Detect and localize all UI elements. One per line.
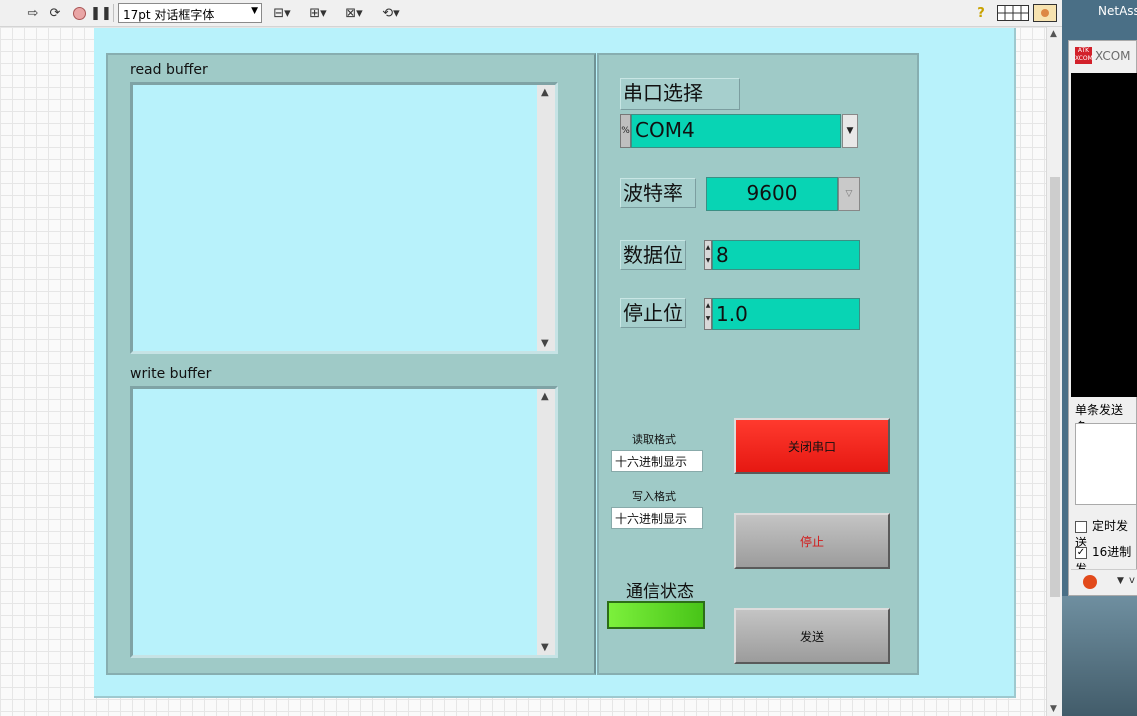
scrollbar-thumb[interactable] [1050, 177, 1060, 597]
baud-rate-field[interactable]: 9600 [706, 177, 838, 211]
chevron-down-icon[interactable]: ▼ [842, 114, 858, 148]
read-format-indicator: 十六进制显示 [611, 450, 703, 472]
netassist-title: NetAss [1098, 4, 1137, 18]
stop-bits-stepper[interactable]: ▲ ▼ [704, 298, 712, 330]
scroll-down-icon[interactable]: ▼ [541, 338, 549, 349]
font-select[interactable]: 17pt 对话框字体 ▼ [118, 3, 262, 23]
connector-pane-icon[interactable] [1032, 4, 1058, 22]
scroll-down-icon[interactable]: ▼ [541, 642, 549, 653]
toolbar: ⇨ ⟳ ❚❚ 17pt 对话框字体 ▼ ⊟▾ ⊞▾ ⊠▾ ⟲▾ ? [0, 0, 1062, 27]
xcom-window[interactable]: ATK XCOM XCOM 单条发送 多 定时发送 ✓16进制发 ▼ v [1068, 40, 1137, 596]
grid-icon[interactable] [996, 4, 1030, 22]
send-button[interactable]: 发送 [734, 608, 890, 664]
chevron-down-icon: ▼ [251, 6, 258, 16]
xcom-bottom-bar: ▼ v [1071, 569, 1137, 595]
help-icon[interactable]: ? [972, 4, 990, 22]
checkbox-square [1075, 520, 1087, 533]
abort-icon[interactable] [70, 4, 88, 22]
toolbar-separator [113, 4, 114, 22]
read-format-label: 读取格式 [632, 433, 676, 446]
comm-status-label: 通信状态 [626, 582, 694, 602]
tab-single-send-label: 单条发送 [1075, 403, 1124, 417]
data-bits-field[interactable]: 8 [712, 240, 860, 270]
xcom-title: XCOM [1095, 49, 1131, 63]
vertical-scrollbar[interactable]: ▲ ▼ [1046, 27, 1062, 716]
xcom-send-input[interactable] [1075, 423, 1137, 505]
write-buffer-scrollbar[interactable]: ▲ ▼ [537, 389, 555, 655]
distribute-icon[interactable]: ⊞▾ [306, 4, 330, 22]
read-buffer-label: read buffer [130, 62, 208, 78]
write-format-indicator: 十六进制显示 [611, 507, 703, 529]
scroll-down-icon[interactable]: ▼ [1050, 704, 1057, 714]
write-format-label: 写入格式 [632, 490, 676, 503]
baud-rate-label: 波特率 [620, 178, 696, 208]
checkbox-checked: ✓ [1075, 546, 1087, 559]
run-continuous-icon[interactable]: ⟳ [46, 4, 64, 22]
write-buffer-textarea[interactable]: ▲ ▼ [130, 386, 558, 658]
stop-button[interactable]: 停止 [734, 513, 890, 569]
port-prefix: % [620, 114, 631, 148]
power-icon[interactable] [1083, 575, 1097, 589]
port-select-field[interactable]: COM4 [631, 114, 841, 148]
run-arrow-icon[interactable]: ⇨ [24, 4, 42, 22]
write-buffer-label: write buffer [130, 366, 212, 382]
font-select-value: 17pt 对话框字体 [123, 8, 215, 22]
chevron-down-icon[interactable]: ▽ [838, 177, 860, 211]
pause-icon[interactable]: ❚❚ [90, 4, 112, 22]
align-icon[interactable]: ⊟▾ [270, 4, 294, 22]
port-select-label: 串口选择 [620, 78, 740, 110]
chevron-down-icon[interactable]: ▼ [1117, 576, 1124, 586]
scroll-up-icon[interactable]: ▲ [541, 391, 549, 402]
read-buffer-textarea[interactable]: ▲ ▼ [130, 82, 558, 354]
data-bits-stepper[interactable]: ▲ ▼ [704, 240, 712, 270]
resize-icon[interactable]: ⊠▾ [342, 4, 366, 22]
bottom-dropdown[interactable]: v [1129, 575, 1135, 586]
reorder-icon[interactable]: ⟲▾ [378, 4, 404, 22]
stop-bits-label: 停止位 [620, 298, 686, 328]
scroll-up-icon[interactable]: ▲ [541, 87, 549, 98]
xcom-receive-area [1071, 73, 1137, 397]
comm-status-led [607, 601, 705, 629]
close-port-button[interactable]: 关闭串口 [734, 418, 890, 474]
read-buffer-scrollbar[interactable]: ▲ ▼ [537, 85, 555, 351]
scroll-up-icon[interactable]: ▲ [1050, 29, 1057, 39]
stop-bits-field[interactable]: 1.0 [712, 298, 860, 330]
data-bits-label: 数据位 [620, 240, 686, 270]
desktop-wallpaper [1062, 596, 1137, 716]
xcom-logo: ATK XCOM [1075, 47, 1093, 64]
